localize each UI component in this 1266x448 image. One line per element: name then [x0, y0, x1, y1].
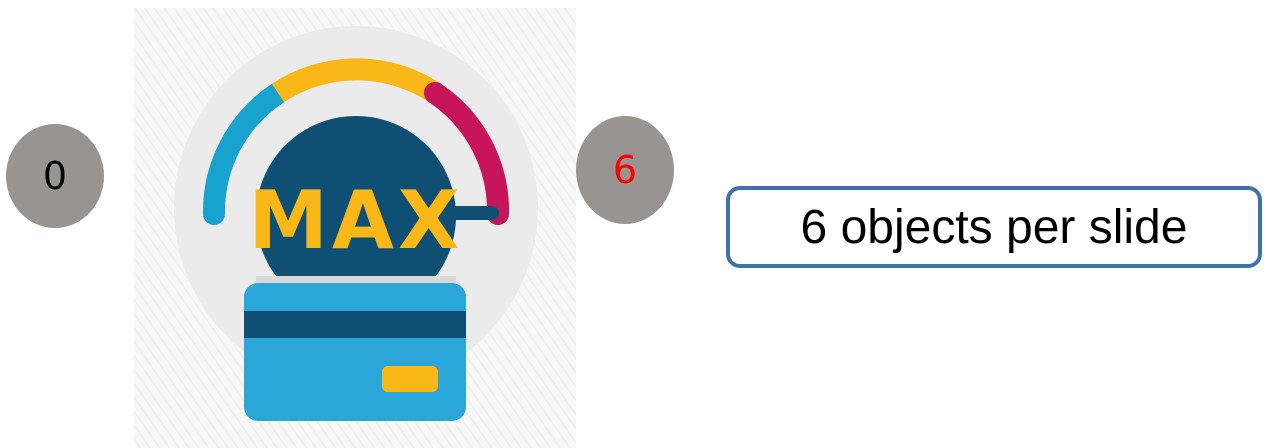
objects-per-slide-text: 6 objects per slide	[800, 200, 1188, 254]
card-chip	[382, 366, 438, 392]
max-disc-text: MAX	[248, 174, 463, 267]
scale-min-label: 0	[42, 154, 68, 198]
objects-per-slide-box: 6 objects per slide	[726, 186, 1262, 268]
credit-card	[244, 276, 466, 421]
max-limit-gauge-card-icon: MAX	[134, 8, 576, 448]
scale-max-label: 6	[612, 148, 638, 192]
scale-max-badge: 6	[576, 116, 674, 224]
scale-min-badge: 0	[6, 124, 104, 228]
